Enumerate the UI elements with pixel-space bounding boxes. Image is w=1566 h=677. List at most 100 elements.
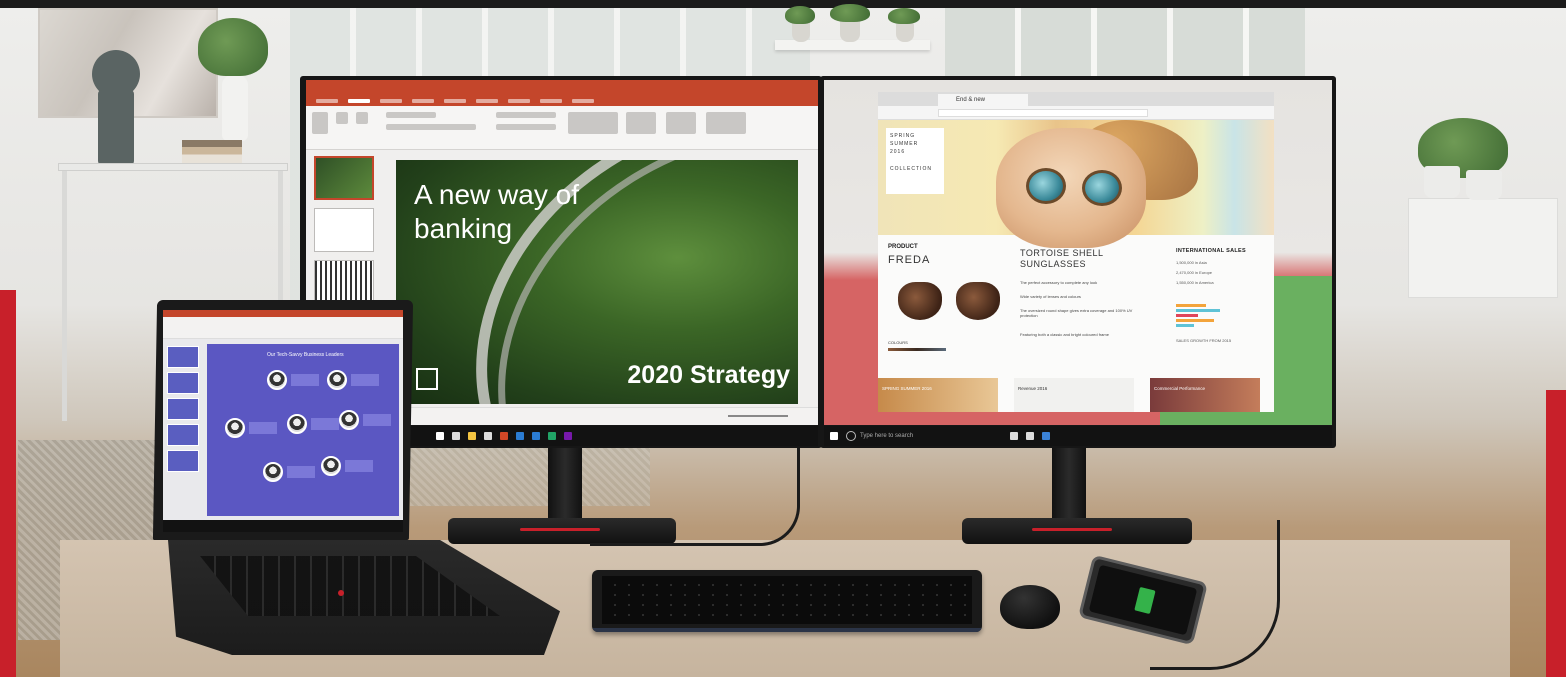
- feature-bullet: Wide variety of lenses and colours: [1020, 294, 1081, 299]
- tortoise-title: TORTOISE SHELL SUNGLASSES: [1020, 248, 1104, 269]
- tab-slideshow[interactable]: [508, 99, 530, 103]
- ribbon-tabs: [306, 96, 818, 106]
- store-icon[interactable]: [484, 432, 492, 440]
- tab-transitions[interactable]: [444, 99, 466, 103]
- chart-bar: [1176, 304, 1206, 307]
- tile-text: Revenue 2016: [1018, 386, 1048, 391]
- laptop-taskbar: [163, 520, 403, 532]
- edge-browser-window[interactable]: End & new SPRING SUMMER 2016 COLLECTION …: [878, 92, 1274, 412]
- shapes-gallery[interactable]: [568, 112, 618, 134]
- laptop-slide[interactable]: Our Tech-Savvy Business Leaders: [207, 344, 399, 516]
- file-explorer-icon[interactable]: [436, 432, 444, 440]
- slide-thumbnail[interactable]: [167, 450, 199, 472]
- quick-styles-icon[interactable]: [666, 112, 696, 134]
- plant-left: [198, 18, 268, 76]
- chart-bar: [1176, 319, 1214, 322]
- slide-thumbnail[interactable]: [167, 346, 199, 368]
- taskbar-search[interactable]: Type here to search: [860, 433, 980, 439]
- slide-thumbnail[interactable]: [314, 208, 374, 252]
- sales-growth-chart: [1176, 304, 1232, 330]
- new-slide-icon[interactable]: [336, 112, 348, 124]
- excel-icon[interactable]: [548, 432, 556, 440]
- align-row[interactable]: [496, 124, 556, 130]
- season-line: 2016: [890, 149, 906, 155]
- title-bar[interactable]: [306, 80, 818, 96]
- slide-thumbnail[interactable]: [314, 156, 374, 200]
- file-explorer-icon[interactable]: [1026, 432, 1034, 440]
- clock-stand: [98, 90, 134, 165]
- hero-face: [996, 128, 1146, 248]
- slide-thumbnail[interactable]: [314, 260, 374, 304]
- windows-start-icon[interactable]: [830, 432, 838, 440]
- colour-swatches[interactable]: [888, 348, 946, 351]
- side-table: [58, 163, 288, 171]
- avatar: [287, 414, 307, 434]
- books: [182, 140, 242, 164]
- season-line: SUMMER: [890, 141, 919, 147]
- tab-file[interactable]: [316, 99, 338, 103]
- task-view-icon[interactable]: [1010, 432, 1018, 440]
- slide-title[interactable]: A new way of banking: [414, 178, 614, 246]
- search-icon[interactable]: [452, 432, 460, 440]
- powerpoint-icon[interactable]: [500, 432, 508, 440]
- season-card: SPRING SUMMER 2016 COLLECTION: [886, 128, 944, 194]
- product-sunglasses-image: [896, 282, 1006, 322]
- tab-insert[interactable]: [380, 99, 402, 103]
- vase: [222, 75, 248, 141]
- slide-thumbnail[interactable]: [167, 398, 199, 420]
- editing-icon[interactable]: [706, 112, 746, 134]
- slide-thumbnail[interactable]: [167, 372, 199, 394]
- promo-tile[interactable]: Revenue 2016: [1014, 378, 1134, 412]
- keyboard-keys: [602, 576, 972, 624]
- paste-icon[interactable]: [312, 112, 328, 134]
- org-card: [287, 466, 315, 478]
- intl-sales-item: 1,550,000 in America: [1176, 280, 1214, 285]
- promo-tile[interactable]: SPRING SUMMER 2016: [878, 378, 998, 412]
- onenote-icon[interactable]: [564, 432, 572, 440]
- zoom-slider[interactable]: [728, 415, 788, 417]
- keyboard-edge: [592, 628, 982, 632]
- font-format-row[interactable]: [386, 124, 476, 130]
- laptop-screen: Our Tech-Savvy Business Leaders: [163, 310, 403, 532]
- plant: [785, 6, 815, 24]
- feature-bullet: The perfect accessory to complete any lo…: [1020, 280, 1098, 285]
- keyboard: [592, 570, 982, 632]
- tab-view[interactable]: [572, 99, 594, 103]
- stand-accent: [1032, 528, 1112, 531]
- promo-tile[interactable]: Commercial Performance: [1150, 378, 1260, 412]
- tab-review[interactable]: [540, 99, 562, 103]
- avatar: [327, 370, 347, 390]
- folder-icon[interactable]: [468, 432, 476, 440]
- arrange-icon[interactable]: [626, 112, 656, 134]
- edge-icon[interactable]: [1042, 432, 1050, 440]
- laptop-title-bar[interactable]: [163, 310, 403, 317]
- word-icon[interactable]: [516, 432, 524, 440]
- avatar: [339, 410, 359, 430]
- laptop-thumbnails: [167, 346, 201, 476]
- layout-icon[interactable]: [356, 112, 368, 124]
- browser-tab[interactable]: End & new: [938, 94, 1028, 106]
- paragraph-row[interactable]: [496, 112, 556, 118]
- table-leg: [278, 171, 283, 311]
- slide-thumbnail[interactable]: [167, 424, 199, 446]
- outlook-icon[interactable]: [532, 432, 540, 440]
- cortana-icon[interactable]: [846, 431, 856, 441]
- tab-animations[interactable]: [476, 99, 498, 103]
- org-card: [345, 460, 373, 472]
- trackpoint: [338, 590, 344, 596]
- org-card: [351, 374, 379, 386]
- tab-design[interactable]: [412, 99, 434, 103]
- pot: [896, 22, 914, 42]
- org-card: [291, 374, 319, 386]
- avatar: [321, 456, 341, 476]
- monitor-stand-right: [1052, 446, 1086, 522]
- slide-canvas[interactable]: A new way of banking 2020 Strategy: [396, 160, 798, 404]
- red-accent-right: [1546, 390, 1566, 677]
- slide-subtitle[interactable]: 2020 Strategy: [627, 361, 790, 390]
- tab-home[interactable]: [348, 99, 370, 103]
- address-bar[interactable]: [938, 109, 1148, 117]
- sales-growth-label: SALES GROWTH FROM 2015: [1176, 338, 1232, 343]
- chart-bar: [1176, 309, 1220, 312]
- font-select[interactable]: [386, 112, 436, 118]
- collection-label: COLLECTION: [890, 166, 932, 172]
